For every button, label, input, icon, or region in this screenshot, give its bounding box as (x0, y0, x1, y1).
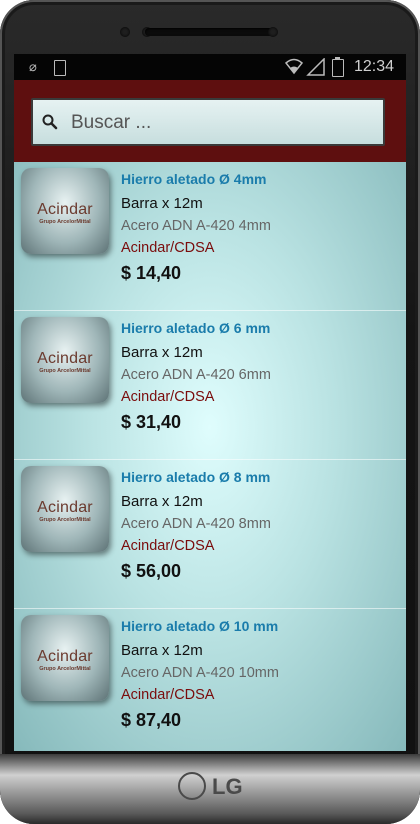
product-thumbnail: Acindar Grupo ArcelorMittal (21, 466, 109, 552)
device-brand: LG (212, 774, 243, 799)
sensor-icon (120, 27, 130, 37)
product-supplier: Acindar/CDSA (121, 538, 215, 554)
battery-small-icon (54, 60, 66, 76)
search-icon[interactable] (41, 113, 59, 131)
earpiece-speaker (145, 28, 275, 36)
signal-icon (306, 57, 326, 81)
front-camera-icon (268, 27, 278, 37)
brand-logo-subtext: Grupo ArcelorMittal (39, 517, 91, 523)
list-item[interactable]: Acindar Grupo ArcelorMittal Hierro aleta… (14, 311, 406, 460)
battery-icon (332, 57, 344, 77)
product-format: Barra x 12m (121, 195, 203, 212)
search-box[interactable] (31, 98, 385, 146)
product-description: Acero ADN A-420 4mm (121, 218, 271, 234)
brand-logo-text: Acindar (37, 648, 93, 665)
product-price: $ 14,40 (121, 263, 182, 283)
top-sensors (0, 22, 420, 42)
brand-logo-text: Acindar (37, 499, 93, 516)
product-list[interactable]: Acindar Grupo ArcelorMittal Hierro aleta… (14, 162, 406, 751)
status-bar: ⌀ 12:34 (14, 54, 406, 80)
product-description: Acero ADN A-420 10mm (121, 665, 279, 681)
product-supplier: Acindar/CDSA (121, 687, 215, 703)
brand-logo-text: Acindar (37, 350, 93, 367)
brand-logo-subtext: Grupo ArcelorMittal (39, 219, 91, 225)
list-item[interactable]: Acindar Grupo ArcelorMittal Hierro aleta… (14, 460, 406, 609)
product-title[interactable]: Hierro aletado Ø 4mm (121, 171, 267, 187)
brand-logo-text: Acindar (37, 201, 93, 218)
product-title[interactable]: Hierro aletado Ø 6 mm (121, 320, 270, 336)
brand-logo-subtext: Grupo ArcelorMittal (39, 368, 91, 374)
product-thumbnail: Acindar Grupo ArcelorMittal (21, 615, 109, 701)
product-supplier: Acindar/CDSA (121, 389, 215, 405)
product-thumbnail: Acindar Grupo ArcelorMittal (21, 168, 109, 254)
search-input[interactable] (69, 106, 373, 140)
list-item[interactable]: Acindar Grupo ArcelorMittal Hierro aleta… (14, 609, 406, 751)
product-title[interactable]: Hierro aletado Ø 8 mm (121, 469, 270, 485)
wifi-icon (284, 57, 304, 80)
product-title[interactable]: Hierro aletado Ø 10 mm (121, 618, 278, 634)
usb-icon: ⌀ (29, 59, 37, 74)
list-item[interactable]: Acindar Grupo ArcelorMittal Hierro aleta… (14, 162, 406, 311)
phone-frame: ⌀ 12:34 Acindar Grupo Ar (0, 0, 420, 824)
product-thumbnail: Acindar Grupo ArcelorMittal (21, 317, 109, 403)
product-format: Barra x 12m (121, 642, 203, 659)
product-description: Acero ADN A-420 8mm (121, 516, 271, 532)
phone-chin: LG (0, 754, 420, 824)
product-price: $ 56,00 (121, 561, 182, 581)
product-format: Barra x 12m (121, 493, 203, 510)
search-bar (14, 80, 406, 162)
product-description: Acero ADN A-420 6mm (121, 367, 271, 383)
product-price: $ 31,40 (121, 412, 182, 432)
product-supplier: Acindar/CDSA (121, 240, 215, 256)
brand-logo-subtext: Grupo ArcelorMittal (39, 666, 91, 672)
lg-logo-icon (178, 772, 206, 800)
product-format: Barra x 12m (121, 344, 203, 361)
status-time: 12:34 (353, 58, 394, 75)
product-price: $ 87,40 (121, 710, 182, 730)
screen: ⌀ 12:34 Acindar Grupo Ar (14, 54, 406, 751)
